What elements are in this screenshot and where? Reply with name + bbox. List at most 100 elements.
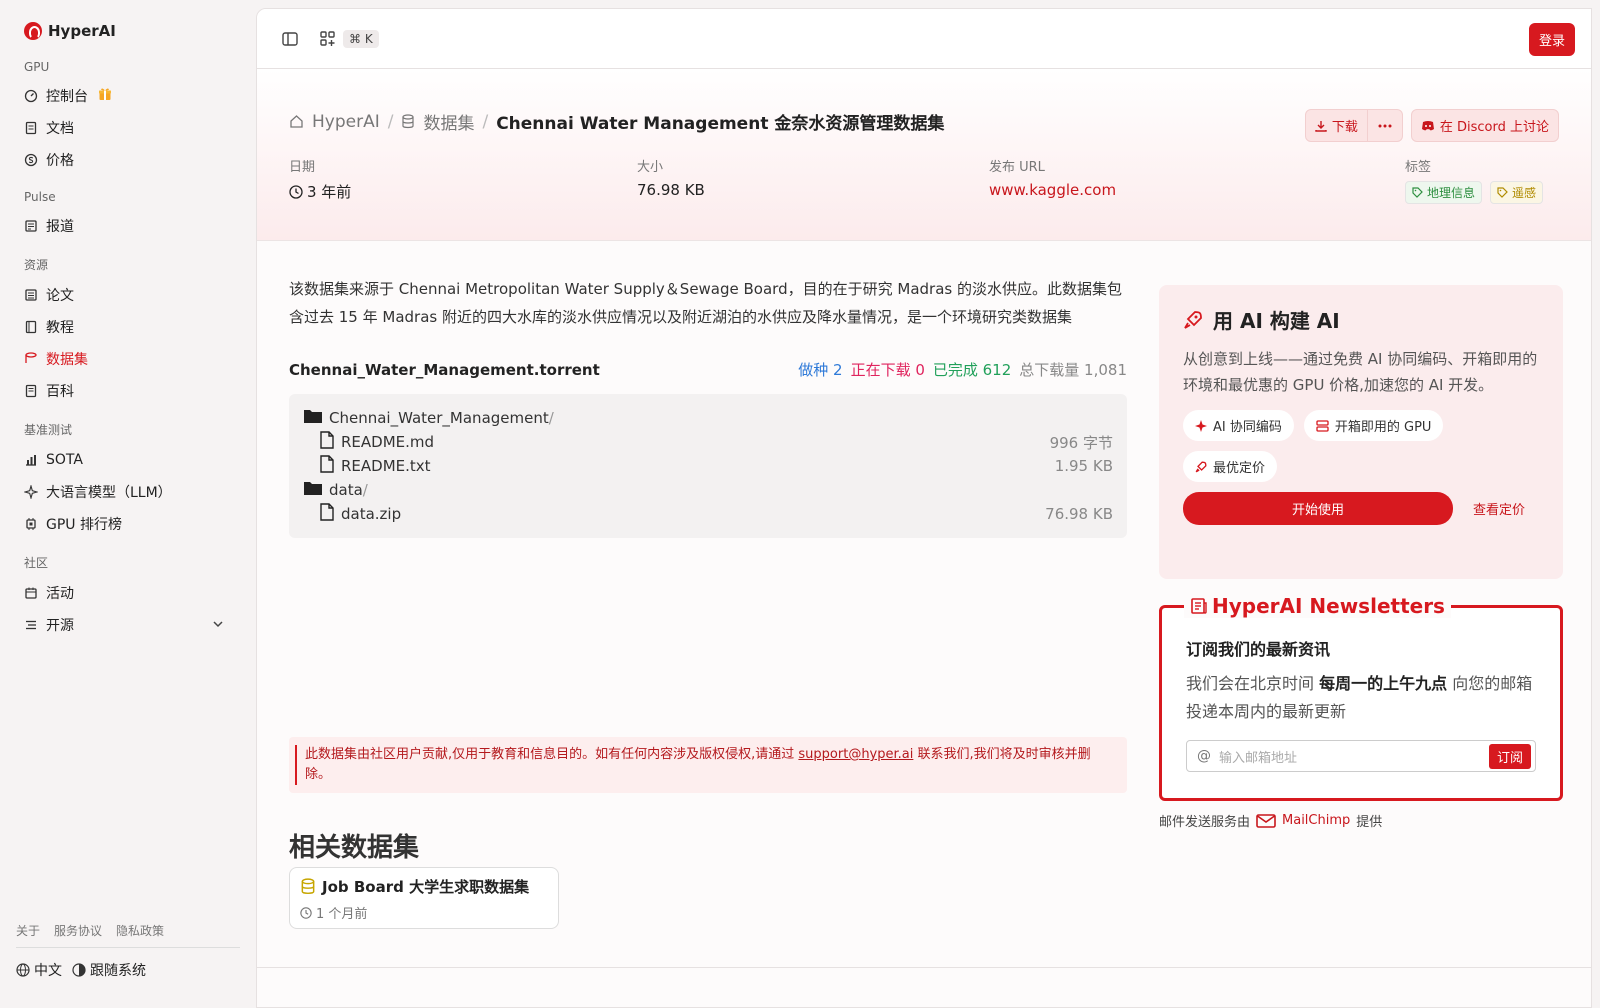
sidebar-section-label: Pulse — [24, 190, 56, 204]
sidebar-item[interactable]: SOTA — [16, 444, 240, 476]
apps-icon — [320, 30, 335, 46]
file-name: data.zip — [341, 505, 402, 523]
file-name: data — [329, 481, 363, 499]
topbar: ⌘ K 登录 — [257, 9, 1591, 69]
mailchimp-link[interactable]: MailChimp — [1282, 813, 1350, 828]
tag-remote-sensing[interactable]: 遥感 — [1490, 181, 1544, 204]
sidebar-item-label: 数据集 — [46, 352, 88, 368]
dataset-meta: 日期 3 年前 大小 76.98 KB 发布 URL www.kaggle.co… — [289, 156, 1559, 204]
gift-icon — [98, 87, 112, 105]
sidebar-item[interactable]: 文档 — [16, 112, 240, 144]
newsletter-title: 订阅我们的最新资讯 — [1186, 640, 1331, 659]
chevron-down-icon[interactable] — [212, 618, 224, 634]
file-icon — [319, 431, 335, 453]
database-icon — [24, 352, 38, 366]
sidebar-item-label: 开源 — [46, 618, 74, 634]
sidebar-toggle-icon[interactable] — [281, 30, 299, 48]
stat-seeders: 做种 2 — [798, 361, 843, 379]
home-icon — [290, 115, 303, 128]
footer-link-about[interactable]: 关于 — [16, 922, 40, 939]
sidebar-item[interactable]: 大语言模型（LLM） — [16, 476, 240, 508]
pill-label: AI 协同编码 — [1213, 420, 1282, 435]
breadcrumb-datasets[interactable]: 数据集 — [423, 109, 474, 134]
newsletter-body-pre: 我们会在北京时间 — [1186, 674, 1315, 693]
main-panel: ⌘ K 登录 HyperAI / 数据集 / Chennai Water Man… — [256, 8, 1592, 1008]
download-group: 下载 — [1304, 109, 1403, 142]
brand-logo[interactable]: HyperAI — [16, 16, 240, 46]
theme-icon — [72, 963, 86, 977]
tag-geo[interactable]: 地理信息 — [1405, 181, 1483, 204]
sidebar-item-label: 价格 — [46, 153, 74, 169]
right-column: 用 AI 构建 AI 从创意到上线——通过免费 AI 协同编码、开箱即用的环境和… — [1159, 285, 1563, 830]
sparkle-icon — [1195, 419, 1207, 432]
tag-icon — [1497, 187, 1508, 198]
brand-name: HyperAI — [48, 22, 116, 40]
support-email-link[interactable]: support@hyper.ai — [798, 747, 913, 762]
file-size: 1.95 KB — [1054, 457, 1113, 475]
sidebar-item[interactable]: 教程 — [16, 311, 240, 343]
page-title: Chennai Water Management 金奈水资源管理数据集 — [496, 114, 945, 134]
discord-button[interactable]: 在 Discord 上讨论 — [1410, 109, 1559, 142]
related-dataset-card[interactable]: Job Board 大学生求职数据集 1 个月前 — [289, 867, 559, 929]
sidebar-item-label: 报道 — [46, 219, 74, 235]
sidebar-item[interactable]: 活动 — [16, 577, 240, 609]
sidebar-item-label: 文档 — [46, 121, 74, 137]
meta-url-label: 发布 URL — [989, 160, 1045, 175]
pill-ai-coding: AI 协同编码 — [1183, 410, 1294, 441]
sidebar-item[interactable]: 控制台 — [16, 80, 240, 112]
path-separator: / — [548, 409, 554, 427]
sidebar-item[interactable]: 论文 — [16, 279, 240, 311]
torrent-name[interactable]: Chennai_Water_Management.torrent — [289, 361, 600, 379]
server-icon — [1316, 419, 1329, 432]
more-options-button[interactable] — [1367, 109, 1403, 142]
email-field[interactable]: @ 输入邮箱地址 订阅 — [1186, 740, 1536, 772]
sidebar-item[interactable]: GPU 排行榜 — [16, 508, 240, 540]
footer-link-privacy[interactable]: 隐私政策 — [116, 922, 164, 939]
calendar-icon — [24, 586, 38, 600]
related-dataset-date: 1 个月前 — [316, 907, 368, 922]
database-icon — [301, 878, 315, 895]
download-button[interactable]: 下载 — [1304, 109, 1368, 142]
sidebar-item[interactable]: 报道 — [16, 210, 240, 242]
wiki-icon — [24, 384, 38, 398]
newsletter-box: HyperAI Newsletters 订阅我们的最新资讯 我们会在北京时间 每… — [1159, 594, 1563, 801]
more-icon — [1378, 124, 1392, 127]
dollar-icon — [24, 153, 38, 167]
file-row[interactable]: data.zip 76.98 KB — [303, 502, 1113, 526]
meta-size: 大小 76.98 KB — [637, 156, 989, 204]
file-icon — [319, 455, 335, 477]
footer-link-terms[interactable]: 服务协议 — [54, 922, 102, 939]
sidebar-item[interactable]: 开源 — [16, 609, 240, 641]
provider-post: 提供 — [1356, 815, 1383, 830]
file-row[interactable]: README.md 996 字节 — [303, 430, 1113, 454]
at-icon: @ — [1197, 748, 1211, 764]
get-started-button[interactable]: 开始使用 — [1183, 492, 1453, 525]
folder-row[interactable]: Chennai_Water_Management / — [303, 406, 1113, 430]
torrent-stats: 做种 2 正在下载 0 已完成 612 总下载量 1,081 — [798, 359, 1127, 380]
file-name: README.md — [341, 433, 435, 451]
newspaper-icon — [1191, 598, 1207, 614]
breadcrumb-home[interactable]: HyperAI — [312, 112, 380, 132]
language-switcher[interactable]: 中文 — [16, 960, 62, 980]
file-row[interactable]: README.txt 1.95 KB — [303, 454, 1113, 478]
related-dataset-title: Job Board 大学生求职数据集 — [322, 878, 530, 896]
command-palette-button[interactable]: ⌘ K — [319, 29, 379, 48]
sidebar-item[interactable]: 数据集 — [16, 343, 240, 375]
pill-label: 开箱即用的 GPU — [1334, 420, 1432, 435]
list-icon — [24, 618, 38, 632]
view-pricing-link[interactable]: 查看定价 — [1473, 499, 1525, 518]
download-icon — [1315, 120, 1327, 132]
sidebar-item[interactable]: 价格 — [16, 144, 240, 176]
folder-row[interactable]: data / — [303, 478, 1113, 502]
dataset-description: 该数据集来源于 Chennai Metropolitan Water Suppl… — [289, 280, 1122, 326]
clock-icon — [300, 906, 312, 919]
subscribe-button[interactable]: 订阅 — [1488, 743, 1531, 769]
sidebar-item[interactable]: 百科 — [16, 375, 240, 407]
dataset-header: HyperAI / 数据集 / Chennai Water Management… — [257, 69, 1591, 241]
path-separator: / — [362, 481, 368, 499]
mailchimp-credit: 邮件发送服务由 MailChimp 提供 — [1159, 811, 1563, 830]
theme-switcher[interactable]: 跟随系统 — [72, 960, 146, 980]
meta-url-link[interactable]: www.kaggle.com — [989, 181, 1405, 199]
folder-icon — [303, 480, 323, 500]
login-button[interactable]: 登录 — [1528, 23, 1575, 56]
